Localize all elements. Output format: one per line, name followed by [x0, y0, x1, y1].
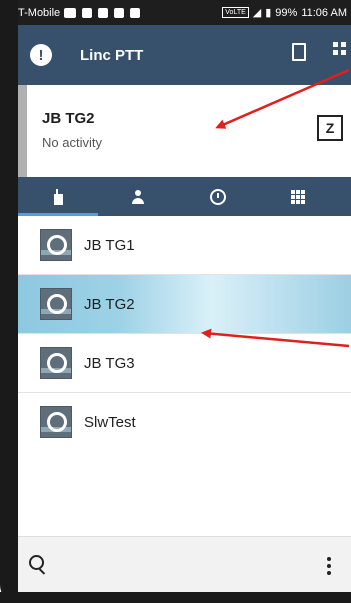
status-bar: T-Mobile VoLTE ◢ ▮ 99% 11:06 AM [18, 0, 351, 25]
search-icon[interactable] [29, 555, 44, 570]
channel-row[interactable]: SlwTest [18, 393, 351, 451]
active-channel-name: JB TG2 [42, 110, 95, 127]
tab-channels[interactable] [18, 177, 98, 216]
phone-frame: T-Mobile VoLTE ◢ ▮ 99% 11:06 AM ! Linc P… [0, 0, 351, 603]
message-icon [64, 7, 77, 18]
tab-contacts[interactable] [98, 177, 178, 216]
active-channel-card[interactable]: JB TG2 No activity Z [18, 85, 351, 178]
channel-label: JB TG2 [84, 295, 135, 313]
tab-bar [18, 177, 351, 216]
carrier-label: T-Mobile [18, 6, 61, 19]
dialpad-icon [291, 189, 305, 204]
phone-screen: T-Mobile VoLTE ◢ ▮ 99% 11:06 AM ! Linc P… [18, 0, 351, 592]
notification-icon [114, 7, 125, 18]
clock-time: 11:06 AM [301, 6, 347, 19]
channels-icon[interactable] [333, 42, 347, 58]
channel-label: JB TG3 [84, 354, 135, 372]
channel-accent-bar [18, 85, 27, 177]
channel-row[interactable]: JB TG3 [18, 334, 351, 393]
tab-dialpad[interactable] [258, 177, 338, 216]
channel-row-selected[interactable]: JB TG2 [18, 275, 351, 334]
channel-avatar-icon [40, 406, 72, 438]
channel-avatar-icon [40, 229, 72, 261]
notification-icon [98, 7, 109, 18]
tab-history[interactable] [178, 177, 258, 216]
radio-icon [52, 188, 64, 205]
clock-icon [210, 188, 226, 205]
channel-list: JB TG1 JB TG2 JB TG3 SlwTest [18, 216, 351, 536]
app-title: Linc PTT [80, 46, 144, 64]
phone-bezel-bottom [0, 592, 351, 603]
overflow-menu-icon[interactable] [327, 557, 331, 575]
channel-row[interactable]: JB TG1 [18, 216, 351, 275]
signal-icon: ◢ [252, 7, 262, 19]
notification-icon [82, 7, 93, 18]
status-right: VoLTE ◢ ▮ 99% 11:06 AM [222, 0, 347, 25]
channel-avatar-icon [40, 347, 72, 379]
person-icon [131, 189, 145, 204]
channel-label: JB TG1 [84, 236, 135, 254]
scan-toggle-button[interactable]: Z [317, 115, 343, 141]
alert-icon[interactable]: ! [30, 44, 52, 66]
notification-icons [64, 7, 141, 18]
app-bar: ! Linc PTT [18, 25, 351, 85]
phone-bezel [0, 0, 18, 603]
channel-label: SlwTest [84, 413, 136, 431]
battery-icon: ▮ [265, 7, 272, 19]
active-channel-status: No activity [42, 135, 102, 150]
image-icon [130, 7, 141, 18]
bookmark-icon[interactable] [292, 43, 306, 61]
channel-avatar-icon [40, 288, 72, 320]
volte-badge: VoLTE [222, 7, 249, 18]
bottom-bar [18, 536, 351, 592]
battery-level: 99% [275, 6, 298, 19]
